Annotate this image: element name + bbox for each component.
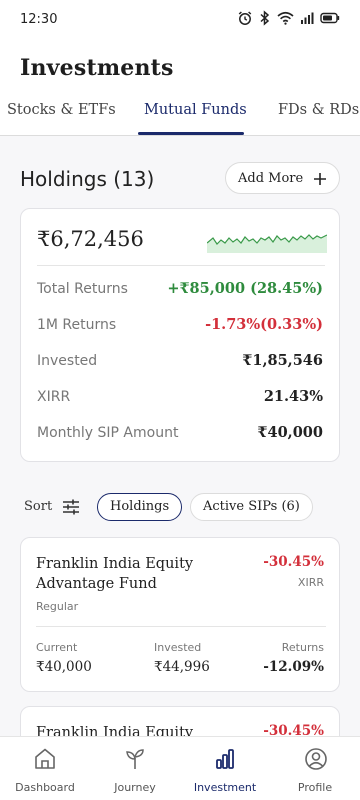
status-icons xyxy=(237,10,340,26)
sort-button-label[interactable]: Sort xyxy=(24,499,52,514)
current-label: Current xyxy=(36,641,78,654)
alarm-icon xyxy=(238,11,252,25)
nav-dashboard[interactable]: Dashboard xyxy=(0,737,90,800)
active-tab-indicator xyxy=(138,132,244,135)
invested-label: Invested xyxy=(154,641,202,654)
total-value: ₹6,72,456 xyxy=(37,227,144,251)
xirr-label: XIRR xyxy=(37,389,71,405)
tab-mutual-funds[interactable]: Mutual Funds xyxy=(144,102,247,118)
monthly-sip-label: Monthly SIP Amount xyxy=(37,425,179,441)
add-more-label: Add More xyxy=(238,171,304,186)
status-bar: 12:30 xyxy=(0,0,360,40)
one-month-returns-value: -1.73%(0.33%) xyxy=(205,316,323,333)
current-value: ₹40,000 xyxy=(36,659,92,675)
tab-stocks-etfs[interactable]: Stocks & ETFs xyxy=(7,102,116,118)
status-time: 12:30 xyxy=(20,12,58,27)
filter-chip-active-sips[interactable]: Active SIPs (6) xyxy=(190,493,313,521)
returns-value: -12.09% xyxy=(263,659,324,675)
returns-label: Returns xyxy=(281,641,324,654)
top-area: 12:30 Investments Stocks & ETFs Mutual F… xyxy=(0,0,360,136)
bar-chart-icon xyxy=(216,749,234,769)
sliders-icon[interactable] xyxy=(62,497,80,517)
invested-value: ₹1,85,546 xyxy=(242,352,323,369)
nav-label-dashboard: Dashboard xyxy=(15,781,75,794)
fund-card[interactable]: Franklin India Equity Advantage Fund -30… xyxy=(20,537,340,692)
signal-icon xyxy=(301,12,314,24)
nav-label-profile: Profile xyxy=(297,781,333,794)
holdings-title: Holdings (13) xyxy=(20,167,155,191)
invested-value: ₹44,996 xyxy=(154,659,210,675)
fund-divider xyxy=(36,626,326,627)
tab-bar: Stocks & ETFs Mutual Funds FDs & RDs xyxy=(0,96,360,136)
home-icon xyxy=(35,748,55,769)
monthly-sip-value: ₹40,000 xyxy=(257,424,323,441)
fund-plan-type: Regular xyxy=(36,600,79,613)
total-returns-value: +₹85,000 (28.45%) xyxy=(167,280,323,297)
user-icon xyxy=(305,748,327,770)
sparkline-chart xyxy=(207,234,327,253)
nav-profile[interactable]: Profile xyxy=(270,737,360,800)
bluetooth-icon xyxy=(260,10,270,26)
nav-label-investment: Investment xyxy=(193,781,257,794)
filter-chip-holdings[interactable]: Holdings xyxy=(97,493,183,521)
plus-icon xyxy=(314,173,326,185)
nav-journey[interactable]: Journey xyxy=(90,737,180,800)
page-title: Investments xyxy=(20,55,174,81)
bottom-nav: Dashboard Journey Investment Profile xyxy=(0,736,360,800)
battery-icon xyxy=(320,12,340,24)
total-returns-label: Total Returns xyxy=(37,281,128,297)
tab-fds-rds[interactable]: FDs & RDs xyxy=(278,102,359,118)
wifi-icon xyxy=(277,11,294,25)
xirr-value: 21.43% xyxy=(263,388,323,405)
add-more-button[interactable]: Add More xyxy=(225,162,340,194)
invested-label: Invested xyxy=(37,353,98,369)
summary-card: ₹6,72,456 Total Returns +₹85,000 (28.45%… xyxy=(20,208,340,462)
sprout-icon xyxy=(126,749,144,769)
fund-xirr-label: XIRR xyxy=(297,576,324,589)
fund-xirr-value: -30.45% xyxy=(263,554,324,570)
one-month-returns-label: 1M Returns xyxy=(37,317,117,333)
nav-investment[interactable]: Investment xyxy=(180,737,270,800)
summary-divider xyxy=(37,265,325,266)
fund-name: Franklin India Equity Advantage Fund xyxy=(36,556,194,592)
nav-label-journey: Journey xyxy=(114,781,156,794)
